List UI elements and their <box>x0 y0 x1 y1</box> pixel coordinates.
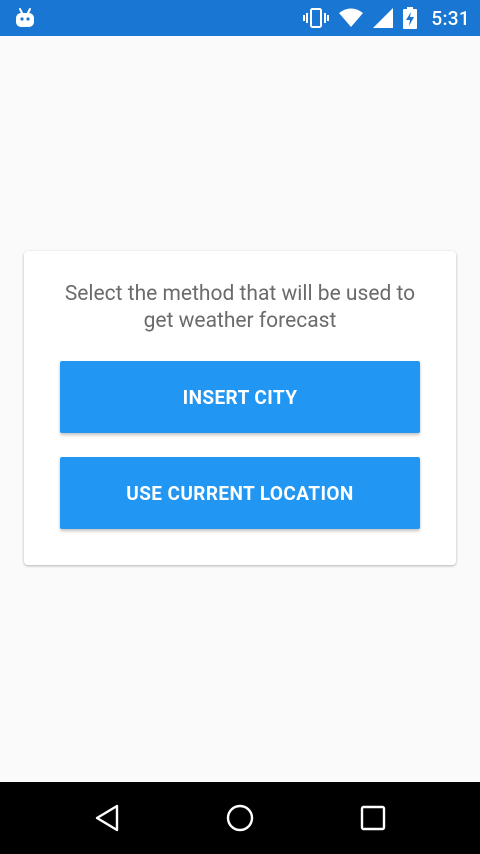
use-current-location-button[interactable]: USE CURRENT LOCATION <box>60 457 420 529</box>
android-icon <box>14 8 36 28</box>
status-bar: 5:31 <box>0 0 480 36</box>
status-time: 5:31 <box>431 6 470 30</box>
status-left <box>14 8 36 28</box>
battery-charging-icon <box>403 7 418 29</box>
navigation-bar <box>0 782 480 854</box>
recents-icon[interactable] <box>343 788 403 848</box>
vibrate-icon <box>303 7 330 29</box>
status-right: 5:31 <box>303 7 470 30</box>
insert-city-button[interactable]: INSERT CITY <box>60 361 420 433</box>
screen: 5:31 Select the method that will be used… <box>0 0 480 854</box>
back-icon[interactable] <box>77 788 137 848</box>
home-icon[interactable] <box>210 788 270 848</box>
method-card: Select the method that will be used to g… <box>24 251 456 565</box>
wifi-icon <box>339 8 364 28</box>
method-prompt-text: Select the method that will be used to g… <box>64 282 416 333</box>
cell-signal-icon <box>373 8 394 28</box>
